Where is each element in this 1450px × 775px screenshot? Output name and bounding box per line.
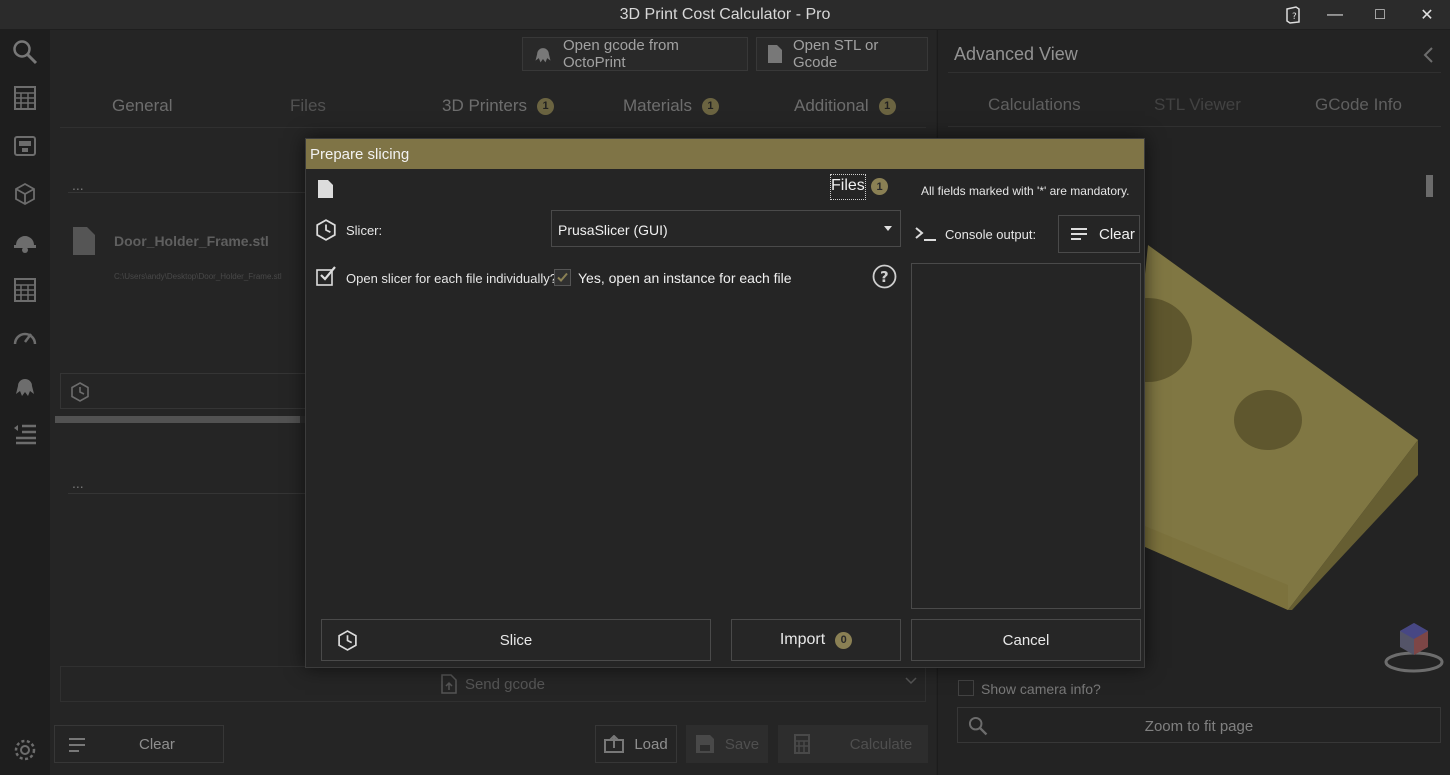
slicer-icon	[338, 630, 357, 651]
prepare-slicing-dialog: Prepare slicing Files 1 All fields marke…	[305, 138, 1145, 668]
title-bar: 3D Print Cost Calculator - Pro ? — □ ✕	[0, 0, 1450, 30]
files-count-badge: 1	[871, 178, 888, 195]
files-tab[interactable]: Files	[830, 174, 866, 200]
console-clear-button[interactable]: Clear	[1058, 215, 1140, 253]
file-icon	[317, 179, 334, 199]
checklist-icon	[316, 266, 336, 286]
import-button[interactable]: Import 0	[731, 619, 901, 661]
console-output[interactable]	[911, 263, 1141, 609]
dialog-title: Prepare slicing	[306, 139, 1144, 169]
svg-text:?: ?	[880, 268, 889, 286]
slice-button[interactable]: Slice	[321, 619, 711, 661]
import-count-badge: 0	[835, 631, 853, 649]
minimize-button[interactable]: —	[1312, 0, 1358, 30]
open-each-checkbox[interactable]	[554, 269, 571, 286]
close-window-button[interactable]: ✕	[1404, 0, 1450, 30]
clear-lines-icon	[1069, 227, 1089, 241]
svg-text:?: ?	[1292, 12, 1297, 22]
open-each-label: Open slicer for each file individually?	[346, 271, 557, 286]
help-icon[interactable]: ?	[872, 264, 897, 289]
slicer-icon	[316, 219, 336, 241]
dropdown-arrow-icon	[884, 226, 892, 232]
slicer-select[interactable]: PrusaSlicer (GUI)	[551, 210, 901, 247]
mandatory-note: All fields marked with '*' are mandatory…	[921, 184, 1130, 198]
maximize-button[interactable]: □	[1357, 0, 1403, 30]
help-book-icon[interactable]: ?	[1270, 0, 1316, 30]
slicer-label: Slicer:	[346, 223, 383, 238]
open-each-value: Yes, open an instance for each file	[578, 270, 792, 286]
cancel-button[interactable]: Cancel	[911, 619, 1141, 661]
window-title: 3D Print Cost Calculator - Pro	[619, 6, 831, 23]
terminal-icon	[915, 226, 937, 242]
console-label: Console output:	[945, 227, 1037, 242]
